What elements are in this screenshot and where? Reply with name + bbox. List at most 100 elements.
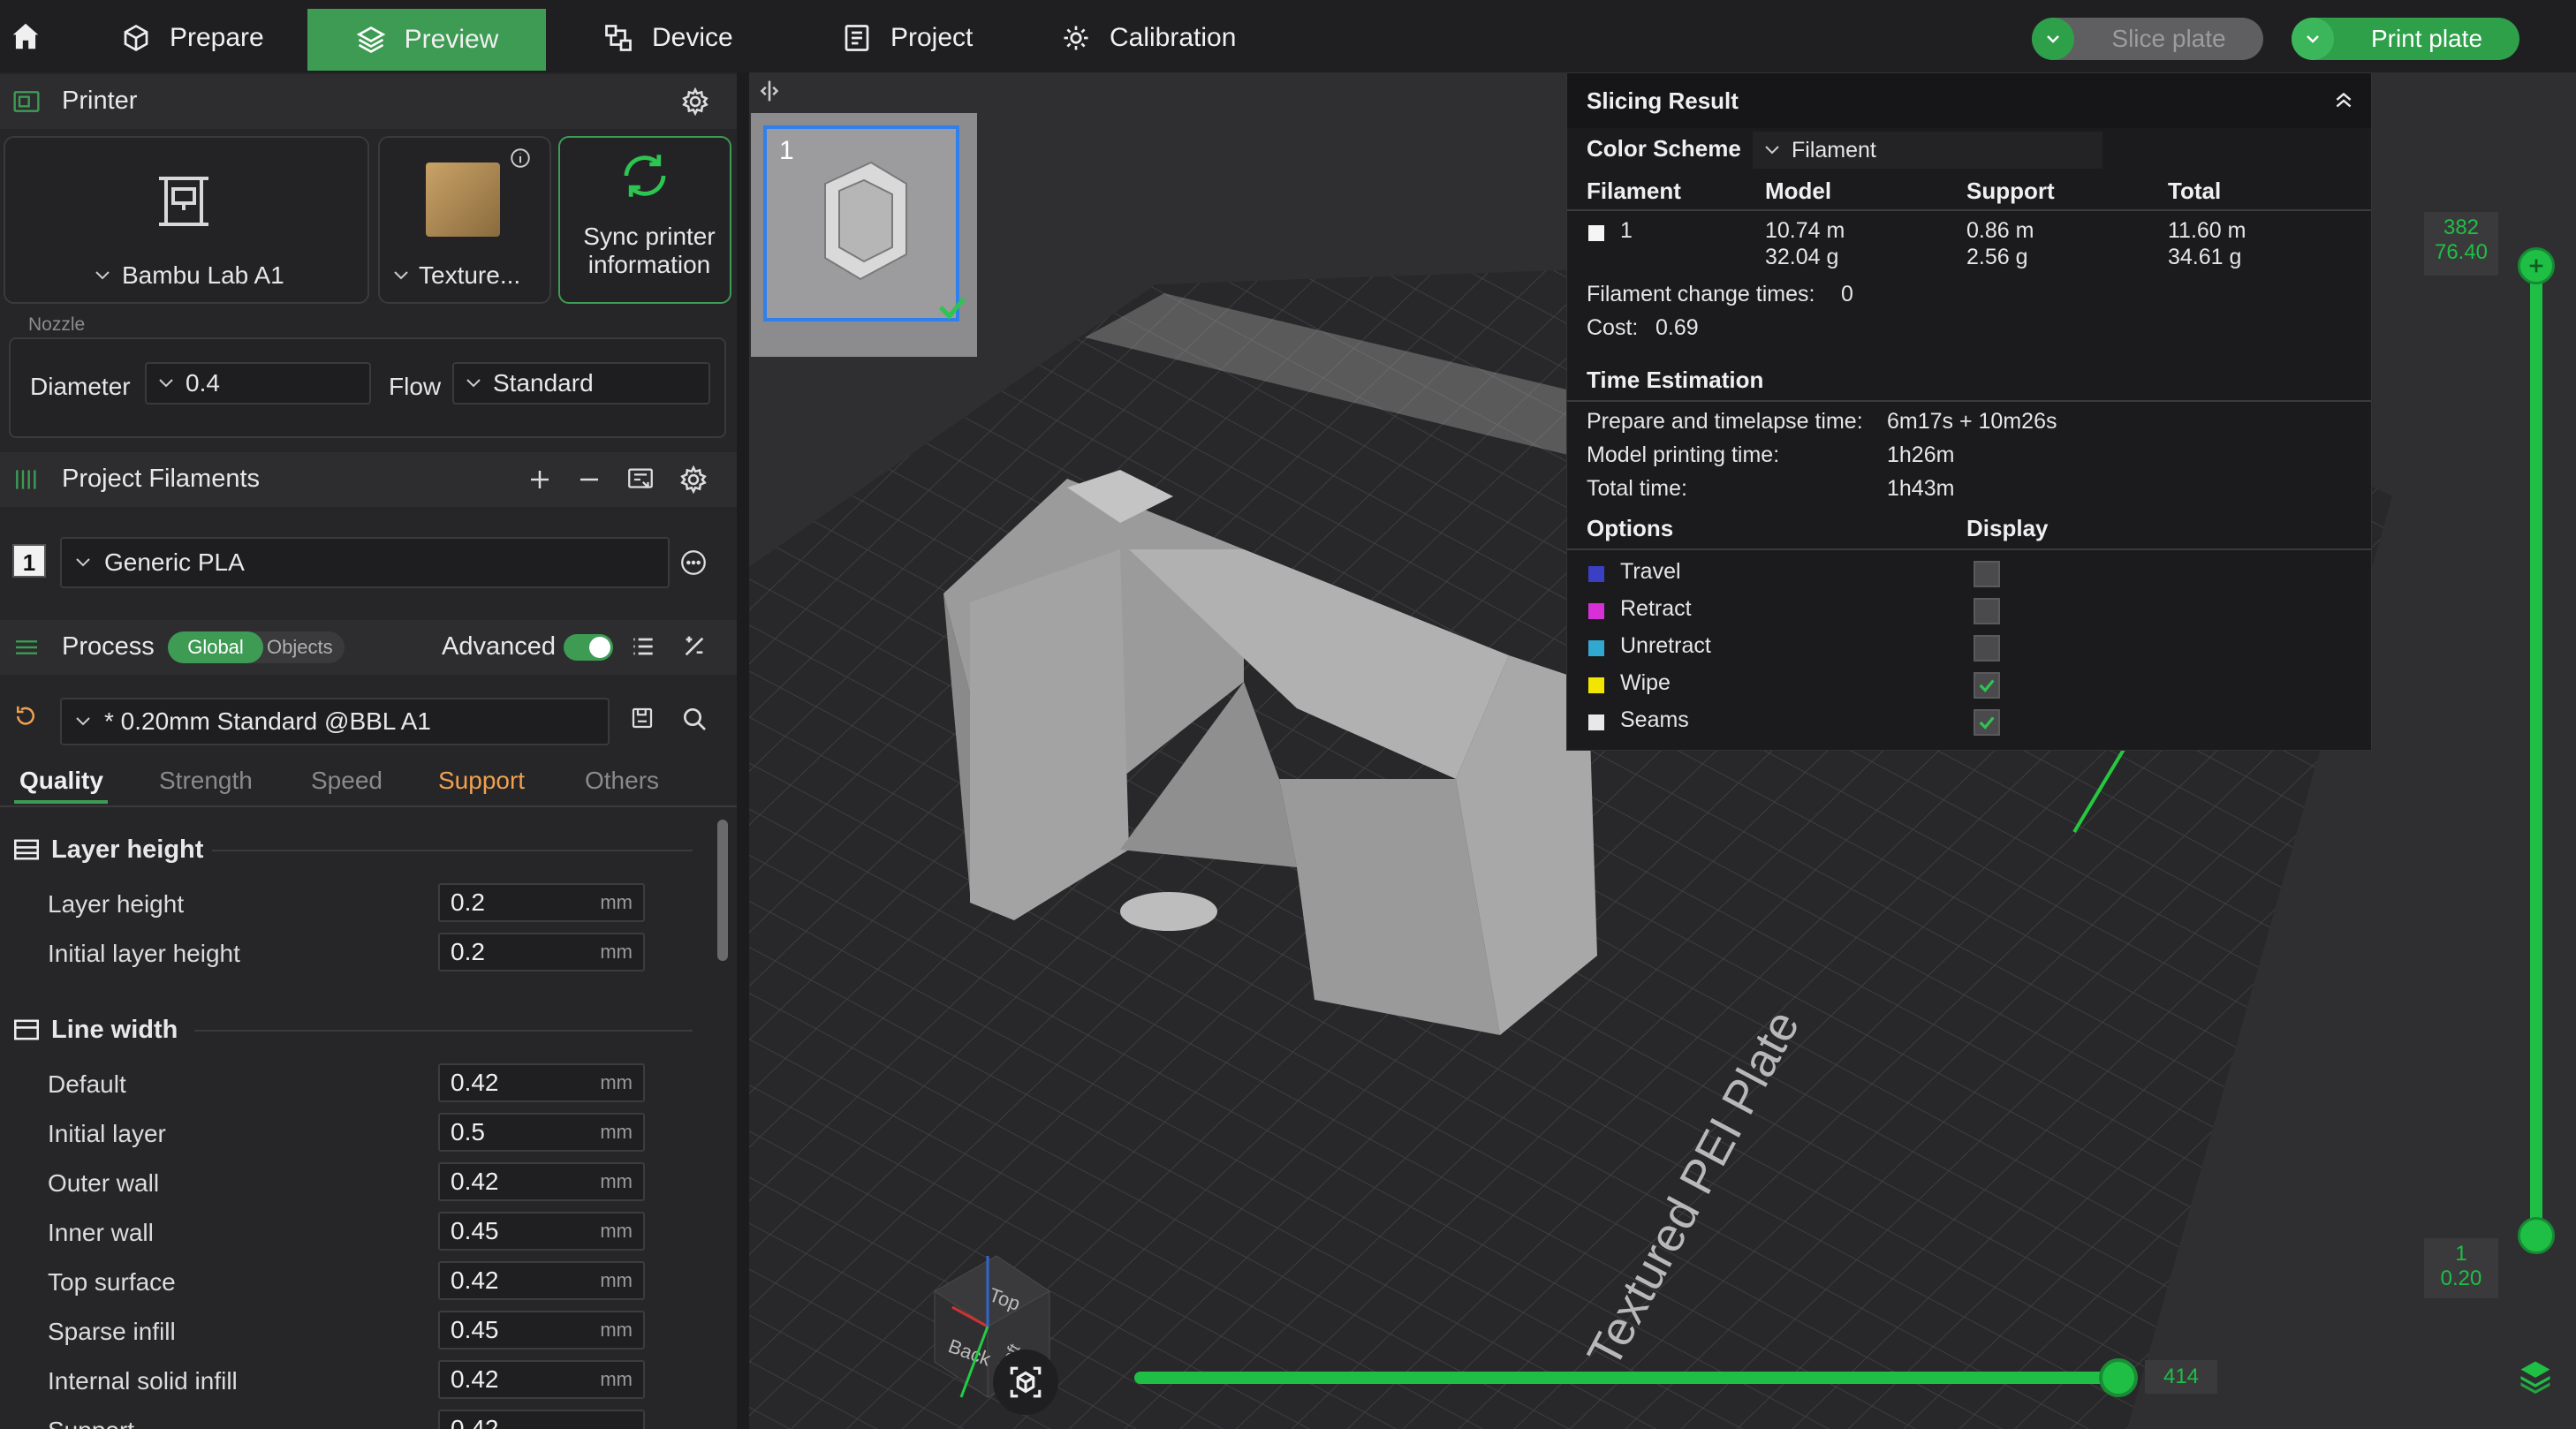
printer-settings-icon[interactable]: [680, 87, 710, 117]
color-scheme-select[interactable]: Filament: [1753, 132, 2102, 169]
plate-type-label: Texture...: [419, 261, 521, 289]
tab-quality[interactable]: Quality: [19, 767, 103, 795]
checkmark-icon: [1979, 679, 1995, 692]
tab-label: Preview: [404, 25, 499, 54]
tab-device[interactable]: Device: [602, 7, 779, 69]
plate-type-card[interactable]: Texture...: [378, 136, 551, 304]
internal-solid-infill-label: Internal solid infill: [48, 1367, 238, 1395]
initial-layer-height-input[interactable]: 0.2 mm: [438, 933, 645, 972]
plate-type-select[interactable]: Texture...: [392, 261, 520, 290]
option-display-checkbox[interactable]: [1974, 709, 2000, 736]
chevron-down-icon: [465, 377, 482, 389]
tab-label: Project: [890, 23, 974, 52]
global-scope-button[interactable]: Global: [168, 631, 263, 663]
slice-dropdown-button[interactable]: [2032, 18, 2074, 60]
tab-strength[interactable]: Strength: [159, 767, 253, 795]
compare-icon[interactable]: [680, 632, 708, 661]
filament-select[interactable]: Generic PLA: [60, 537, 670, 588]
tab-prepare[interactable]: Prepare: [120, 7, 297, 69]
initial-layer-width-value: 0.5: [451, 1118, 485, 1145]
top-layer-height: 76.40: [2434, 240, 2489, 264]
printer-section-header: Printer: [0, 74, 737, 129]
option-display-checkbox[interactable]: [1974, 598, 2000, 624]
more-options-icon[interactable]: [678, 548, 708, 578]
tab-project[interactable]: Project: [841, 7, 1018, 69]
layer-height-group-title: Layer height: [51, 835, 204, 864]
printer-model-card[interactable]: Bambu Lab A1: [4, 136, 369, 304]
horizontal-layer-slider[interactable]: [1134, 1358, 2138, 1397]
vslider-bottom-thumb[interactable]: [2518, 1217, 2555, 1254]
sparse-infill-input[interactable]: 0.45 mm: [438, 1311, 645, 1350]
inner-wall-input[interactable]: 0.45 mm: [438, 1212, 645, 1251]
info-icon[interactable]: [509, 147, 532, 170]
option-display-checkbox[interactable]: [1974, 561, 2000, 587]
plate-thumbnail[interactable]: 1: [751, 113, 977, 357]
option-label: Unretract: [1620, 633, 1711, 658]
list-icon[interactable]: [629, 632, 657, 661]
support-width-value: 0.42: [451, 1415, 499, 1429]
layer-height-input[interactable]: 0.2 mm: [438, 883, 645, 922]
option-display-checkbox[interactable]: [1974, 672, 2000, 699]
filament-index-badge[interactable]: 1: [12, 544, 46, 578]
tab-calibration[interactable]: Calibration: [1060, 7, 1290, 69]
settings-scrollbar[interactable]: [717, 820, 728, 961]
color-scheme-label: Color Scheme: [1587, 135, 1741, 162]
internal-solid-infill-input[interactable]: 0.42 mm: [438, 1360, 645, 1399]
slice-plate-button[interactable]: Slice plate: [2074, 25, 2263, 53]
tab-others[interactable]: Others: [585, 767, 659, 795]
top-surface-input[interactable]: 0.42 mm: [438, 1261, 645, 1300]
option-label: Seams: [1620, 707, 1689, 732]
change-times-label: Filament change times:: [1587, 282, 1815, 306]
nozzle-group: Diameter 0.4 Flow Standard: [9, 337, 726, 438]
internal-solid-infill-value: 0.42: [451, 1365, 499, 1393]
search-icon[interactable]: [680, 705, 708, 733]
sparse-infill-value: 0.45: [451, 1316, 499, 1343]
option-display-checkbox[interactable]: [1974, 635, 2000, 662]
row-support-weight: 2.56 g: [1966, 245, 2028, 269]
advanced-toggle[interactable]: [564, 634, 613, 661]
plate-number: 1: [779, 136, 794, 165]
change-times-value: 0: [1841, 282, 1853, 306]
tab-label: Prepare: [170, 23, 264, 52]
flow-select[interactable]: Standard: [452, 362, 710, 405]
option-row-retract: Retract: [1567, 593, 2371, 628]
tab-support[interactable]: Support: [438, 767, 525, 795]
row-filament: 1: [1620, 218, 1633, 243]
reset-icon[interactable]: [12, 703, 39, 730]
filament-spool-icon: [12, 466, 41, 493]
sync-printer-button[interactable]: Sync printer information: [558, 136, 731, 304]
filament-sync-icon[interactable]: [625, 465, 655, 495]
initial-layer-height-label: Initial layer height: [48, 940, 240, 967]
print-plate-button[interactable]: Print plate: [2334, 25, 2519, 53]
remove-filament-icon[interactable]: [576, 466, 602, 493]
top-layer-number: 382: [2443, 215, 2480, 239]
collapse-up-icon[interactable]: [2332, 89, 2355, 112]
panel-splitter[interactable]: [737, 72, 749, 1429]
total-time-label: Total time:: [1587, 476, 1687, 501]
filament-settings-icon[interactable]: [678, 465, 708, 495]
tab-label: Device: [652, 23, 733, 52]
chevron-down-icon: [2304, 30, 2322, 48]
initial-layer-width-input[interactable]: 0.5 mm: [438, 1113, 645, 1152]
model-time-value: 1h26m: [1887, 442, 1955, 467]
objects-scope-button[interactable]: Objects: [267, 631, 333, 663]
bottom-layer-number: 1: [2455, 1242, 2467, 1266]
tab-preview[interactable]: Preview: [307, 9, 546, 71]
support-width-input[interactable]: 0.42: [438, 1410, 645, 1429]
diameter-select[interactable]: 0.4: [145, 362, 371, 405]
home-icon[interactable]: [9, 19, 42, 53]
slider-thumb[interactable]: [2099, 1358, 2138, 1397]
tab-speed[interactable]: Speed: [311, 767, 383, 795]
view-reset-button[interactable]: [993, 1350, 1058, 1415]
save-icon[interactable]: [629, 705, 655, 731]
vertical-layer-slider[interactable]: [2516, 247, 2557, 1254]
process-preset-select[interactable]: * 0.20mm Standard @BBL A1: [60, 698, 610, 745]
printer-model-select[interactable]: Bambu Lab A1: [94, 261, 284, 290]
add-filament-icon[interactable]: [527, 466, 553, 493]
layers-toggle-icon[interactable]: [2516, 1357, 2555, 1395]
outer-wall-input[interactable]: 0.42 mm: [438, 1162, 645, 1201]
vslider-top-thumb[interactable]: [2518, 247, 2555, 284]
print-dropdown-button[interactable]: [2292, 18, 2334, 60]
collapse-panel-icon[interactable]: [754, 76, 784, 106]
default-line-width-input[interactable]: 0.42 mm: [438, 1063, 645, 1102]
